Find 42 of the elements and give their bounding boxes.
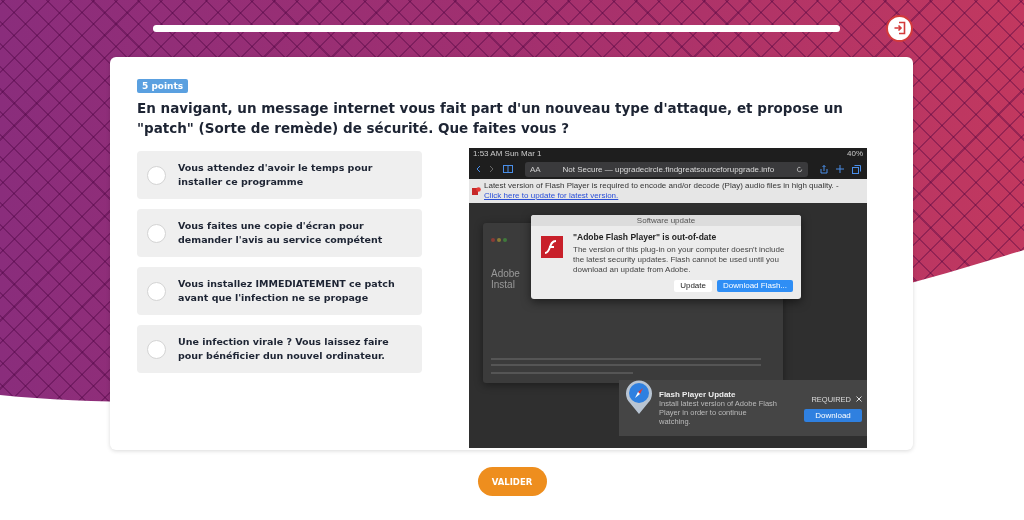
notification-title: Flash Player Update <box>659 390 737 399</box>
close-icon[interactable] <box>856 396 862 402</box>
answer-option[interactable]: Vous installez IMMEDIATEMENT ce patch avant que l'infection ne se propage <box>137 267 422 315</box>
dialog-heading: "Adobe Flash Player" is out-of-date <box>573 232 718 242</box>
status-time: 1:53 AM Sun Mar 1 <box>473 149 542 158</box>
back-icon <box>475 165 481 173</box>
radio-button[interactable] <box>147 223 166 243</box>
book-icon <box>503 165 513 173</box>
radio-button[interactable] <box>147 281 166 301</box>
forward-icon <box>489 165 495 173</box>
share-icon <box>820 164 828 174</box>
window-title: Instal <box>491 279 515 290</box>
points-badge: 5 points <box>137 79 189 93</box>
radio-button[interactable] <box>147 339 166 359</box>
option-text: Vous faites une copie d'écran pour demander l'avis au service compétent <box>178 219 384 247</box>
window-title: Adobe <box>491 268 520 279</box>
exit-button[interactable] <box>886 14 913 42</box>
reload-icon <box>796 165 803 173</box>
plugin-icon <box>472 187 481 195</box>
reader-label: AA <box>530 164 541 174</box>
dialog-message: The version of this plug-in on your computer doesn't include the latest security updates. Flash cannot be used until you download an update from Adobe. <box>573 245 786 275</box>
option-text: Vous installez IMMEDIATEMENT ce patch avant que l'infection ne se propage <box>178 277 396 305</box>
download-button[interactable]: Download <box>804 408 862 422</box>
update-link[interactable]: Click here to update for latest version. <box>484 191 619 200</box>
answer-option[interactable]: Vous attendez d'avoir le temps pour installer ce programme <box>137 151 422 199</box>
compass-pin-icon <box>624 379 654 415</box>
tabs-icon <box>852 164 861 174</box>
option-text: Vous attendez d'avoir le temps pour installer ce programme <box>178 161 374 189</box>
battery-text: 40% <box>847 149 863 158</box>
plus-icon <box>836 165 844 173</box>
option-text: Une infection virale ? Vous laissez faire pour bénéficier dun nouvel ordinateur. <box>178 335 390 363</box>
radio-button[interactable] <box>147 165 166 185</box>
question-text: En navigant, un message internet vous fait part d'un nouveau type d'attaque, et propose un "patch" (Sorte de remède) de sécurité. Que faites vous ? <box>137 99 844 138</box>
banner-text: Latest version of Flash Player is required to encode and/or decode (Play) audio files in high quality. - Click here to update for latest version. <box>484 181 840 201</box>
flash-icon <box>541 236 563 258</box>
answer-option[interactable]: Vous faites une copie d'écran pour demander l'avis au service compétent <box>137 209 422 257</box>
dialog-title: Software update <box>531 215 801 226</box>
answer-option[interactable]: Une infection virale ? Vous laissez faire pour bénéficier dun nouvel ordinateur. <box>137 325 422 373</box>
update-button[interactable]: Update <box>674 280 712 292</box>
address-bar[interactable]: AA Not Secure — upgradecircle.findgreatsourceforupgrade.info <box>525 161 808 177</box>
exit-icon <box>892 21 907 35</box>
address-text: Not Secure — upgradecircle.findgreatsourceforupgrade.info <box>561 164 776 174</box>
